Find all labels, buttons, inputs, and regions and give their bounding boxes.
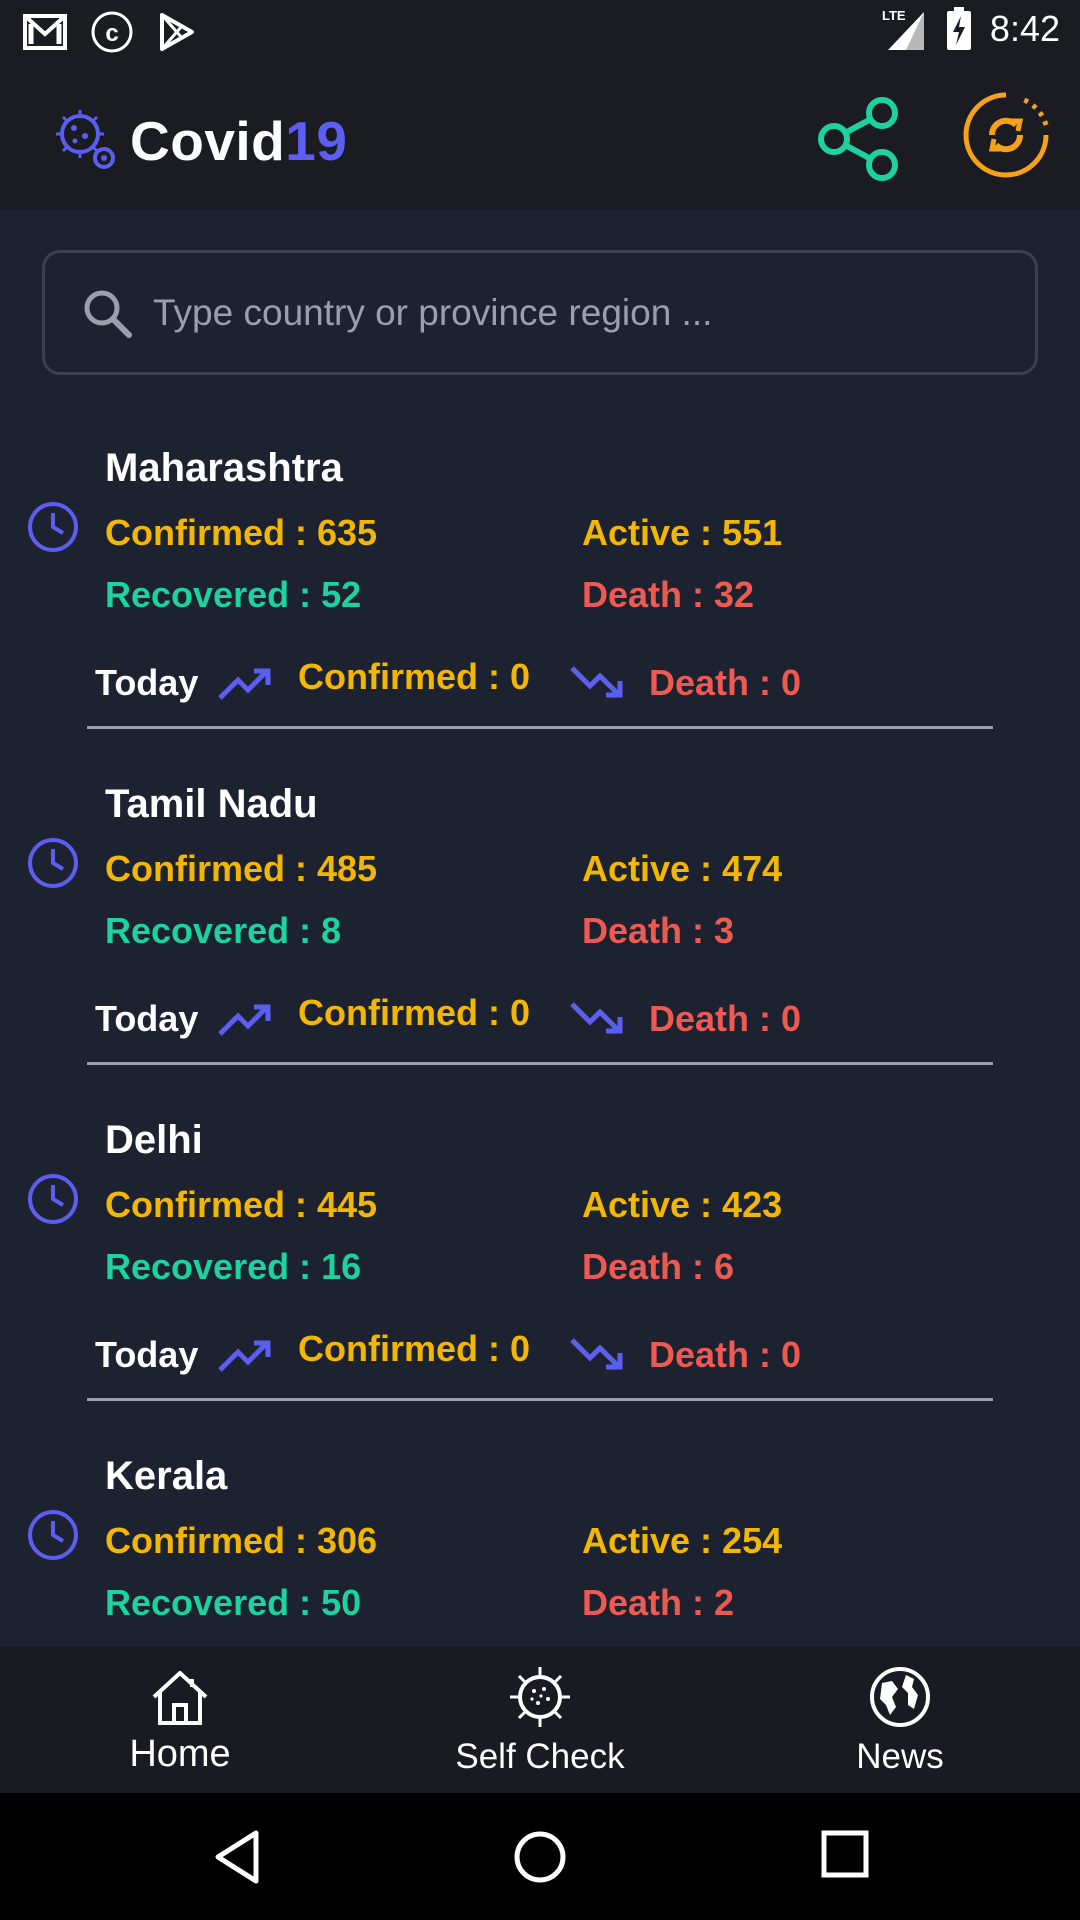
today-label: Today [95,1334,199,1375]
nav-self-check[interactable]: Self Check [420,1647,660,1793]
clock-icon [28,502,78,552]
app-title: Covid19 [130,110,348,172]
death-count: Death : 32 [582,574,755,615]
today-confirmed: Confirmed : 0 [298,992,531,1033]
battery-charging-icon [946,7,971,50]
trending-up-icon [218,1004,271,1036]
trending-down-icon [570,666,623,698]
trending-down-icon [570,1002,623,1034]
today-row: Today Confirmed : 0 Death : 0 [95,1324,995,1384]
home-circle-icon[interactable] [512,1829,568,1885]
confirmed-count: Confirmed : 306 [105,1520,378,1561]
today-label: Today [95,998,199,1039]
confirmed-count: Confirmed : 445 [105,1184,378,1225]
today-death: Death : 0 [649,1334,802,1375]
trending-up-icon [218,668,271,700]
search-icon [84,290,132,338]
app-bar: Covid19 [0,63,1080,210]
active-count: Active : 474 [582,848,783,889]
active-count: Active : 423 [582,1184,783,1225]
clock-icon [28,1510,78,1560]
region-name: Delhi [105,1118,203,1162]
recovered-count: Recovered : 8 [105,910,342,951]
nav-self-check-label: Self Check [455,1737,625,1776]
divider [87,1398,993,1401]
nav-home[interactable]: Home [60,1647,300,1793]
svg-text:LTE: LTE [882,8,906,23]
nav-home-label: Home [129,1733,231,1775]
region-card-delhi[interactable]: Delhi Confirmed : 445 Active : 423 Recov… [0,1092,1080,1428]
virus-gear-icon [56,110,115,169]
divider [87,1062,993,1065]
system-nav-bar [0,1793,1080,1920]
trending-down-icon [570,1338,623,1370]
death-count: Death : 3 [582,910,735,951]
divider [87,726,993,729]
status-bar: c LTE 8:42 [0,0,1080,63]
play-store-icon [160,13,194,51]
today-death: Death : 0 [649,662,802,703]
today-confirmed: Confirmed : 0 [298,656,531,697]
globe-icon [870,1667,930,1727]
recovered-count: Recovered : 50 [105,1582,362,1623]
app-logo: Covid19 [54,108,347,174]
region-name: Tamil Nadu [105,782,318,826]
today-row: Today Confirmed : 0 Death : 0 [95,652,995,712]
trending-up-icon [218,1340,271,1372]
signal-icon: LTE [882,8,924,50]
today-label: Today [95,662,199,703]
c-app-icon: c [91,11,133,53]
region-name: Kerala [105,1454,228,1498]
recovered-count: Recovered : 16 [105,1246,362,1287]
back-icon[interactable] [212,1829,262,1885]
home-icon [152,1671,208,1725]
death-count: Death : 2 [582,1582,735,1623]
clock-icon [28,1174,78,1224]
active-count: Active : 551 [582,512,783,553]
recents-icon[interactable] [820,1829,870,1879]
today-row: Today Confirmed : 0 Death : 0 [95,988,995,1048]
region-name: Maharashtra [105,446,343,490]
confirmed-count: Confirmed : 635 [105,512,378,553]
confirmed-count: Confirmed : 485 [105,848,378,889]
refresh-icon[interactable] [962,91,1050,179]
nav-news-label: News [856,1737,944,1776]
search-box[interactable] [42,250,1038,375]
search-input[interactable] [153,291,1013,334]
today-confirmed: Confirmed : 0 [298,1328,531,1369]
death-count: Death : 6 [582,1246,735,1287]
today-death: Death : 0 [649,998,802,1039]
active-count: Active : 254 [582,1520,783,1561]
share-icon[interactable] [812,93,904,185]
svg-text:c: c [105,20,118,47]
region-card-tamil-nadu[interactable]: Tamil Nadu Confirmed : 485 Active : 474 … [0,756,1080,1092]
clock-time: 8:42 [989,8,1060,49]
gmail-icon [23,14,67,50]
nav-news[interactable]: News [780,1647,1020,1793]
region-card-maharashtra[interactable]: Maharashtra Confirmed : 635 Active : 551… [0,420,1080,756]
region-list[interactable]: Maharashtra Confirmed : 635 Active : 551… [0,420,1080,1764]
bottom-nav: Home Self Check News [0,1647,1080,1793]
virus-icon [510,1667,570,1727]
clock-icon [28,838,78,888]
recovered-count: Recovered : 52 [105,574,362,615]
